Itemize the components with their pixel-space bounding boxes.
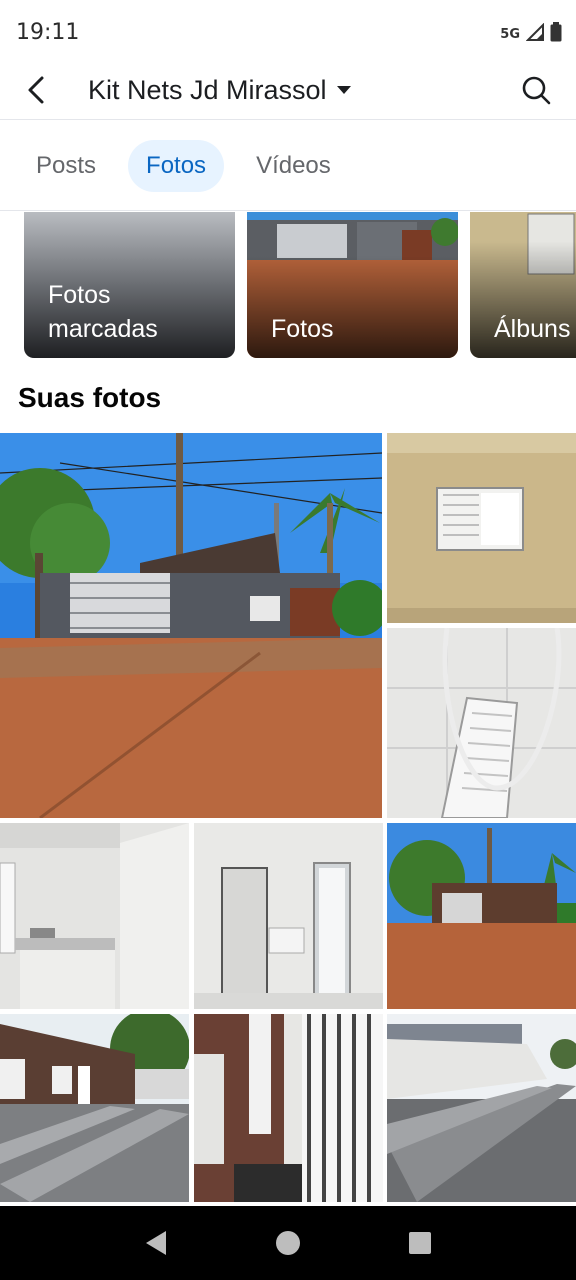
album-label: Fotos marcadas [48, 278, 158, 346]
caret-down-icon [336, 86, 351, 94]
tab-bar: Posts Fotos Vídeos [0, 121, 576, 211]
album-carousel: Fotos marcadas Fotos Álbuns [0, 212, 576, 358]
photo-thumbnail-laundry-bathroom[interactable] [194, 823, 383, 1009]
photo-thumbnail-bathroom-door[interactable] [387, 628, 576, 818]
photo-thumbnail-room-window[interactable] [387, 433, 576, 623]
top-app-bar: Kit Nets Jd Mirassol [0, 64, 576, 120]
search-button[interactable] [518, 72, 554, 108]
status-time: 19:11 [16, 20, 80, 45]
battery-icon [550, 22, 562, 47]
photo-thumbnail-kitchen-sink[interactable] [0, 823, 189, 1009]
system-nav-bar [0, 1206, 576, 1280]
tab-fotos[interactable]: Fotos [128, 139, 225, 192]
album-card-photos[interactable]: Fotos [247, 212, 458, 358]
tab-posts[interactable]: Posts [18, 140, 114, 192]
album-label-line1: Fotos [48, 281, 111, 309]
photo-thumbnail-street-house-gate[interactable] [0, 433, 382, 818]
photo-thumbnail-street-house-small[interactable] [387, 823, 576, 1009]
search-icon [522, 76, 551, 105]
back-triangle-icon [146, 1231, 166, 1255]
network-label: 5G [500, 27, 520, 42]
nav-back-button[interactable] [136, 1223, 176, 1263]
page-title: Kit Nets Jd Mirassol [88, 74, 327, 105]
status-bar: 19:11 5G [0, 0, 576, 64]
status-icons: 5G [500, 22, 562, 47]
album-label-line2: marcadas [48, 315, 158, 343]
page-title-dropdown[interactable]: Kit Nets Jd Mirassol [88, 72, 351, 108]
photo-thumbnail-courtyard-kitnets[interactable] [0, 1014, 189, 1202]
home-circle-icon [276, 1231, 300, 1255]
photo-thumbnail-driveway-wall[interactable] [387, 1014, 576, 1202]
nav-home-button[interactable] [268, 1223, 308, 1263]
back-arrow-icon [28, 76, 44, 104]
album-label: Fotos [271, 315, 334, 343]
back-button[interactable] [18, 72, 54, 108]
photo-thumbnail-side-alley-gate[interactable] [194, 1014, 383, 1202]
nav-recents-button[interactable] [400, 1223, 440, 1263]
album-label: Álbuns [494, 315, 571, 343]
tab-videos[interactable]: Vídeos [238, 140, 349, 192]
album-card-albums[interactable]: Álbuns [470, 212, 576, 358]
signal-icon [525, 22, 544, 46]
recents-square-icon [409, 1232, 431, 1254]
album-card-tagged-photos[interactable]: Fotos marcadas [24, 212, 235, 358]
section-title: Suas fotos [18, 382, 162, 413]
